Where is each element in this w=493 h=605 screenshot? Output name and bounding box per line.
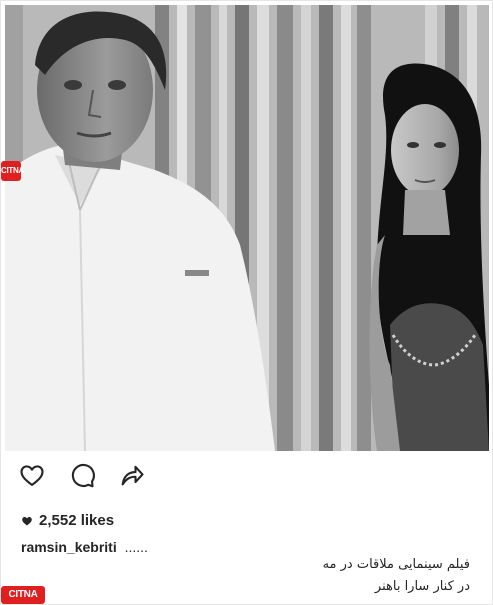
caption-header: ramsin_kebriti ...... [21, 539, 148, 555]
watermark-logo: CITNA [1, 161, 24, 181]
caption-line-1: فیلم سینمایی ملاقات در مه [322, 557, 470, 572]
heart-outline-icon [20, 465, 44, 486]
post-card: CITNA 2,552 likes ramsin_kebriti ...... … [0, 0, 493, 605]
comment-button[interactable] [67, 460, 97, 490]
heart-filled-icon [22, 516, 32, 525]
post-photo[interactable] [5, 5, 489, 451]
post-action-bar [17, 459, 147, 491]
comment-bubble-icon [71, 463, 95, 488]
watermark-text-bottom: CITNA [8, 589, 38, 600]
likes-count-text: 2,552 likes [39, 512, 115, 529]
likes-count[interactable]: 2,552 likes [21, 512, 114, 529]
like-button[interactable] [17, 460, 47, 490]
caption-line-2: در کنار سارا باهنر [374, 579, 470, 594]
watermark-logo-bottom: CITNA [1, 586, 45, 604]
share-arrow-icon [121, 465, 144, 486]
post-username[interactable]: ramsin_kebriti [21, 539, 117, 555]
caption-ellipsis: ...... [124, 539, 148, 555]
watermark-text: CITNA [1, 166, 24, 175]
post-photo-image [5, 5, 489, 451]
share-button[interactable] [117, 460, 147, 490]
